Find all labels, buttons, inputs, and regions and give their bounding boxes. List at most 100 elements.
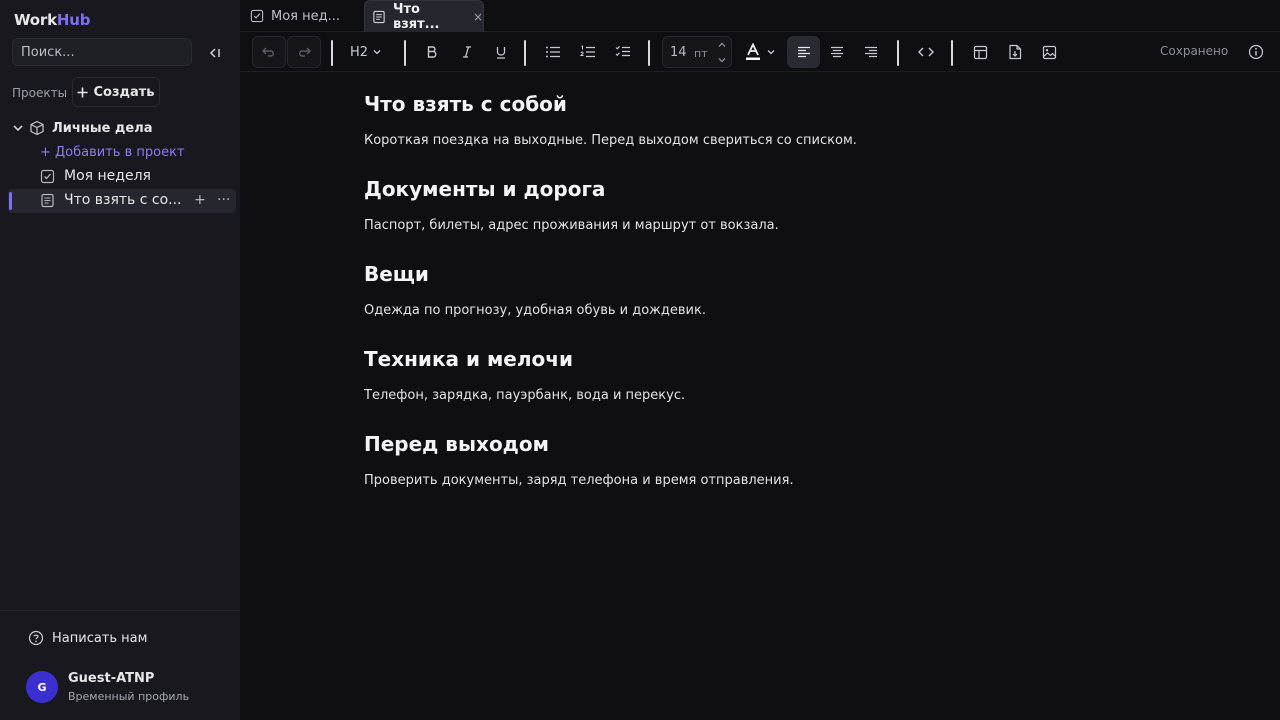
- toolbar-separator: [951, 40, 953, 66]
- search-input[interactable]: [12, 38, 192, 66]
- chevron-down-icon[interactable]: [12, 122, 24, 134]
- sidebar: WorkHub Проекты Создать Личные дела + До…: [0, 0, 240, 720]
- font-size-unit: пт: [694, 47, 708, 60]
- table-icon: [973, 45, 987, 59]
- section-heading[interactable]: Вещи: [364, 260, 1164, 288]
- contact-us-button[interactable]: Написать нам: [28, 630, 147, 646]
- checkbox-icon: [40, 169, 55, 184]
- section-heading[interactable]: Документы и дорога: [364, 175, 1164, 203]
- checkbox-icon: [250, 9, 264, 23]
- italic-button[interactable]: [452, 36, 482, 68]
- section-text[interactable]: Проверить документы, заряд телефона и вр…: [364, 472, 1164, 490]
- text-color-button[interactable]: [740, 36, 780, 68]
- insert-file-button[interactable]: [1000, 36, 1030, 68]
- document-body[interactable]: Что взять с собой Короткая поездка на вы…: [364, 90, 1164, 515]
- projects-label: Проекты: [12, 86, 68, 100]
- sidebar-item-label: Что взять с со...: [64, 192, 182, 208]
- section-text[interactable]: Паспорт, билеты, адрес проживания и марш…: [364, 217, 1164, 235]
- bullet-list-icon: [546, 46, 560, 58]
- project-name: Личные дела: [52, 121, 153, 136]
- chevron-down-icon: [767, 50, 774, 55]
- document-section: Перед выходом Проверить документы, заряд…: [364, 430, 1164, 490]
- underline-button[interactable]: [486, 36, 516, 68]
- plus-icon: [77, 87, 88, 97]
- tab-bar: Моя нед... Что взят... ×: [240, 0, 1280, 32]
- info-button[interactable]: [1241, 36, 1271, 68]
- user-name: Guest-ATNP: [68, 671, 155, 686]
- document-section: Вещи Одежда по прогнозу, удобная обувь и…: [364, 260, 1164, 320]
- chevron-up-icon[interactable]: [717, 40, 727, 50]
- numbered-list-icon: [580, 45, 595, 58]
- chevron-down-icon: [373, 50, 381, 55]
- avatar[interactable]: G: [26, 671, 58, 703]
- app-logo[interactable]: WorkHub: [14, 11, 90, 29]
- align-center-button[interactable]: [822, 36, 852, 68]
- collapse-sidebar-button[interactable]: [204, 42, 226, 64]
- more-options-icon[interactable]: ···: [217, 192, 230, 208]
- add-subpage-icon[interactable]: +: [194, 192, 206, 208]
- document-icon: [41, 193, 54, 208]
- toolbar-separator: [648, 40, 650, 66]
- tab-label: Что взят...: [393, 1, 440, 32]
- align-left-icon: [797, 46, 810, 58]
- tab-what-to-take[interactable]: Что взят... ×: [364, 0, 484, 32]
- align-left-button[interactable]: [787, 36, 820, 68]
- section-text[interactable]: Короткая поездка на выходные. Перед выхо…: [364, 132, 1164, 150]
- info-icon: [1248, 44, 1264, 60]
- toolbar-separator: [404, 40, 406, 66]
- checklist-button[interactable]: [608, 36, 638, 68]
- user-subtitle: Временный профиль: [68, 690, 190, 703]
- document-section: Техника и мелочи Телефон, зарядка, пауэр…: [364, 345, 1164, 405]
- align-right-button[interactable]: [856, 36, 886, 68]
- italic-icon: [463, 46, 471, 58]
- bold-button[interactable]: [417, 36, 447, 68]
- redo-icon: [299, 47, 311, 57]
- numbered-list-button[interactable]: [573, 36, 603, 68]
- editor-toolbar: H2 14 пт Сохранено: [240, 32, 1280, 72]
- bullet-list-button[interactable]: [538, 36, 568, 68]
- section-text[interactable]: Одежда по прогнозу, удобная обувь и дожд…: [364, 302, 1164, 320]
- sidebar-footer: Написать нам G Guest-ATNP Временный проф…: [0, 610, 240, 720]
- code-button[interactable]: [910, 36, 942, 68]
- chevron-down-icon[interactable]: [717, 55, 727, 65]
- insert-table-button[interactable]: [965, 36, 995, 68]
- align-center-icon: [831, 46, 843, 58]
- align-right-icon: [865, 46, 877, 58]
- section-text[interactable]: Телефон, зарядка, пауэрбанк, вода и пере…: [364, 387, 1164, 405]
- font-size-stepper[interactable]: 14 пт: [662, 36, 732, 68]
- create-button-label: Создать: [93, 84, 155, 100]
- checklist-icon: [615, 45, 630, 57]
- code-icon: [918, 47, 934, 57]
- save-status: Сохранено: [1160, 44, 1229, 58]
- tab-my-week[interactable]: Моя нед...: [250, 0, 364, 32]
- font-size-value: 14: [670, 45, 687, 60]
- image-icon: [1042, 45, 1056, 59]
- document-section: Что взять с собой Короткая поездка на вы…: [364, 90, 1164, 150]
- undo-button[interactable]: [252, 36, 286, 68]
- sidebar-item-what-to-take[interactable]: Что взять с со... + ···: [8, 189, 236, 213]
- section-heading[interactable]: Техника и мелочи: [364, 345, 1164, 373]
- create-button[interactable]: Создать: [72, 77, 160, 107]
- section-heading[interactable]: Что взять с собой: [364, 90, 1164, 118]
- contact-us-label: Написать нам: [52, 630, 148, 646]
- bold-icon: [427, 46, 437, 58]
- document-icon: [373, 10, 385, 23]
- project-personal[interactable]: Личные дела: [0, 116, 240, 140]
- sidebar-item-label: Моя неделя: [64, 168, 151, 184]
- cube-icon: [30, 120, 44, 136]
- file-download-icon: [1009, 44, 1022, 60]
- collapse-left-icon: [209, 48, 220, 58]
- close-tab-icon[interactable]: ×: [473, 10, 483, 24]
- redo-button[interactable]: [287, 36, 321, 68]
- undo-icon: [262, 47, 274, 57]
- document-section: Документы и дорога Паспорт, билеты, адре…: [364, 175, 1164, 235]
- underline-icon: [496, 47, 506, 59]
- heading-level-select[interactable]: H2: [344, 36, 388, 68]
- insert-image-button[interactable]: [1034, 36, 1064, 68]
- add-to-project-link[interactable]: + Добавить в проект: [40, 145, 185, 160]
- sidebar-item-my-week[interactable]: Моя неделя: [8, 165, 236, 189]
- toolbar-separator: [331, 40, 333, 66]
- tab-label: Моя нед...: [271, 8, 341, 24]
- help-circle-icon: [28, 630, 44, 646]
- section-heading[interactable]: Перед выходом: [364, 430, 1164, 458]
